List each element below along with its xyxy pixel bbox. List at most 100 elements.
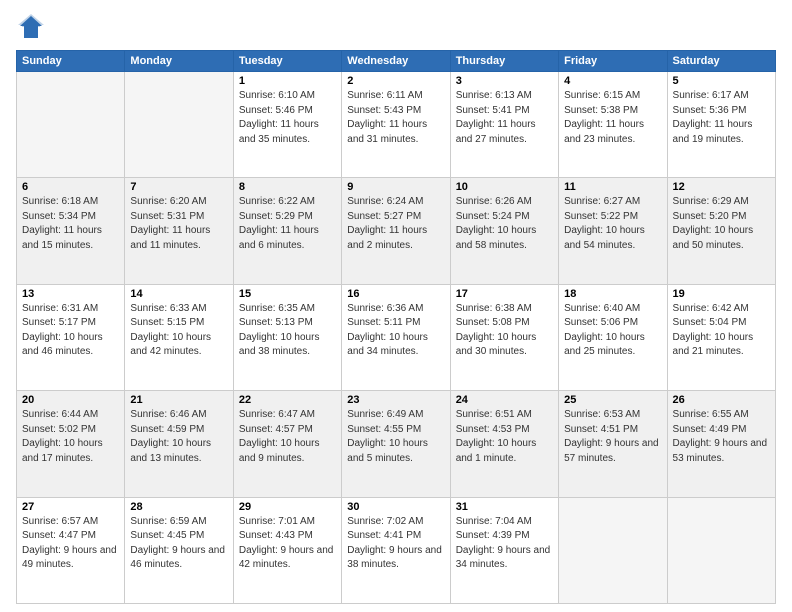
calendar-cell: 25 Sunrise: 6:53 AMSunset: 4:51 PMDayligh… bbox=[559, 391, 667, 497]
day-number: 4 bbox=[564, 75, 661, 87]
calendar-cell: 2Sunrise: 6:11 AMSunset: 5:43 PMDaylight… bbox=[342, 72, 450, 178]
day-info: Sunrise: 6:31 AMSunset: 5:17 PMDaylight:… bbox=[22, 302, 119, 360]
day-info: Sunrise: 6:20 AMSunset: 5:31 PMDaylight:… bbox=[130, 195, 227, 253]
calendar-cell: 27Sunrise: 6:57 AMSunset: 4:47 PMDayligh… bbox=[17, 497, 125, 603]
day-number: 1 bbox=[239, 75, 336, 87]
day-number: 25 bbox=[564, 394, 661, 406]
day-number: 29 bbox=[239, 501, 336, 513]
day-number: 8 bbox=[239, 181, 336, 193]
day-number: 30 bbox=[347, 501, 444, 513]
day-info: Sunrise: 6:38 AMSunset: 5:08 PMDaylight:… bbox=[456, 302, 553, 360]
day-number: 31 bbox=[456, 501, 553, 513]
day-number: 28 bbox=[130, 501, 227, 513]
day-info: Sunrise: 6:51 AMSunset: 4:53 PMDaylight:… bbox=[456, 408, 553, 466]
day-info: Sunrise: 6:57 AMSunset: 4:47 PMDaylight:… bbox=[22, 515, 119, 573]
day-number: 5 bbox=[673, 75, 770, 87]
day-number: 6 bbox=[22, 181, 119, 193]
day-number: 14 bbox=[130, 288, 227, 300]
weekday-header-thursday: Thursday bbox=[450, 51, 558, 72]
day-info: Sunrise: 6:11 AMSunset: 5:43 PMDaylight:… bbox=[347, 89, 444, 147]
day-info: Sunrise: 6:40 AMSunset: 5:06 PMDaylight:… bbox=[564, 302, 661, 360]
calendar-week-4: 20 Sunrise: 6:44 AMSunset: 5:02 PMDayligh… bbox=[17, 391, 776, 497]
calendar-cell: 19 Sunrise: 6:42 AMSunset: 5:04 PMDayligh… bbox=[667, 284, 775, 390]
day-info: Sunrise: 6:47 AMSunset: 4:57 PMDaylight:… bbox=[239, 408, 336, 466]
day-number: 21 bbox=[130, 394, 227, 406]
logo bbox=[16, 12, 50, 42]
calendar-week-1: 1 Sunrise: 6:10 AMSunset: 5:46 PMDaylight… bbox=[17, 72, 776, 178]
calendar-cell: 11Sunrise: 6:27 AMSunset: 5:22 PMDayligh… bbox=[559, 178, 667, 284]
day-number: 24 bbox=[456, 394, 553, 406]
calendar-cell: 24 Sunrise: 6:51 AMSunset: 4:53 PMDayligh… bbox=[450, 391, 558, 497]
day-info: Sunrise: 6:35 AMSunset: 5:13 PMDaylight:… bbox=[239, 302, 336, 360]
day-number: 19 bbox=[673, 288, 770, 300]
day-number: 12 bbox=[673, 181, 770, 193]
day-info: Sunrise: 6:26 AMSunset: 5:24 PMDaylight:… bbox=[456, 195, 553, 253]
calendar-cell: 14 Sunrise: 6:33 AMSunset: 5:15 PMDayligh… bbox=[125, 284, 233, 390]
weekday-header-wednesday: Wednesday bbox=[342, 51, 450, 72]
calendar-cell bbox=[125, 72, 233, 178]
weekday-header-saturday: Saturday bbox=[667, 51, 775, 72]
day-info: Sunrise: 6:29 AMSunset: 5:20 PMDaylight:… bbox=[673, 195, 770, 253]
day-info: Sunrise: 6:17 AMSunset: 5:36 PMDaylight:… bbox=[673, 89, 770, 147]
calendar-cell: 28 Sunrise: 6:59 AMSunset: 4:45 PMDayligh… bbox=[125, 497, 233, 603]
day-info: Sunrise: 6:10 AMSunset: 5:46 PMDaylight:… bbox=[239, 89, 336, 147]
day-info: Sunrise: 6:18 AMSunset: 5:34 PMDaylight:… bbox=[22, 195, 119, 253]
weekday-header-friday: Friday bbox=[559, 51, 667, 72]
calendar-week-3: 13Sunrise: 6:31 AMSunset: 5:17 PMDayligh… bbox=[17, 284, 776, 390]
calendar-cell: 5 Sunrise: 6:17 AMSunset: 5:36 PMDaylight… bbox=[667, 72, 775, 178]
calendar-cell: 22 Sunrise: 6:47 AMSunset: 4:57 PMDayligh… bbox=[233, 391, 341, 497]
calendar-cell: 10 Sunrise: 6:26 AMSunset: 5:24 PMDayligh… bbox=[450, 178, 558, 284]
weekday-header-monday: Monday bbox=[125, 51, 233, 72]
page: SundayMondayTuesdayWednesdayThursdayFrid… bbox=[0, 0, 792, 612]
day-info: Sunrise: 6:59 AMSunset: 4:45 PMDaylight:… bbox=[130, 515, 227, 573]
calendar-cell: 17 Sunrise: 6:38 AMSunset: 5:08 PMDayligh… bbox=[450, 284, 558, 390]
day-info: Sunrise: 6:15 AMSunset: 5:38 PMDaylight:… bbox=[564, 89, 661, 147]
header bbox=[16, 12, 776, 42]
calendar-cell: 26 Sunrise: 6:55 AMSunset: 4:49 PMDayligh… bbox=[667, 391, 775, 497]
weekday-header-tuesday: Tuesday bbox=[233, 51, 341, 72]
calendar-cell: 31 Sunrise: 7:04 AMSunset: 4:39 PMDayligh… bbox=[450, 497, 558, 603]
day-number: 17 bbox=[456, 288, 553, 300]
day-number: 9 bbox=[347, 181, 444, 193]
calendar-week-2: 6 Sunrise: 6:18 AMSunset: 5:34 PMDaylight… bbox=[17, 178, 776, 284]
day-info: Sunrise: 6:42 AMSunset: 5:04 PMDaylight:… bbox=[673, 302, 770, 360]
calendar-cell: 4 Sunrise: 6:15 AMSunset: 5:38 PMDaylight… bbox=[559, 72, 667, 178]
day-info: Sunrise: 6:24 AMSunset: 5:27 PMDaylight:… bbox=[347, 195, 444, 253]
day-number: 7 bbox=[130, 181, 227, 193]
day-info: Sunrise: 7:02 AMSunset: 4:41 PMDaylight:… bbox=[347, 515, 444, 573]
day-info: Sunrise: 6:46 AMSunset: 4:59 PMDaylight:… bbox=[130, 408, 227, 466]
day-number: 10 bbox=[456, 181, 553, 193]
day-info: Sunrise: 6:55 AMSunset: 4:49 PMDaylight:… bbox=[673, 408, 770, 466]
day-info: Sunrise: 6:53 AMSunset: 4:51 PMDaylight:… bbox=[564, 408, 661, 466]
calendar-cell: 9 Sunrise: 6:24 AMSunset: 5:27 PMDaylight… bbox=[342, 178, 450, 284]
calendar-cell: 15 Sunrise: 6:35 AMSunset: 5:13 PMDayligh… bbox=[233, 284, 341, 390]
calendar-cell: 7 Sunrise: 6:20 AMSunset: 5:31 PMDaylight… bbox=[125, 178, 233, 284]
day-number: 3 bbox=[456, 75, 553, 87]
calendar-cell: 18Sunrise: 6:40 AMSunset: 5:06 PMDayligh… bbox=[559, 284, 667, 390]
calendar-header-row: SundayMondayTuesdayWednesdayThursdayFrid… bbox=[17, 51, 776, 72]
day-info: Sunrise: 6:36 AMSunset: 5:11 PMDaylight:… bbox=[347, 302, 444, 360]
calendar-week-5: 27Sunrise: 6:57 AMSunset: 4:47 PMDayligh… bbox=[17, 497, 776, 603]
day-info: Sunrise: 7:01 AMSunset: 4:43 PMDaylight:… bbox=[239, 515, 336, 573]
logo-icon bbox=[16, 12, 46, 42]
day-info: Sunrise: 6:13 AMSunset: 5:41 PMDaylight:… bbox=[456, 89, 553, 147]
day-info: Sunrise: 6:44 AMSunset: 5:02 PMDaylight:… bbox=[22, 408, 119, 466]
day-number: 26 bbox=[673, 394, 770, 406]
calendar-cell: 21 Sunrise: 6:46 AMSunset: 4:59 PMDayligh… bbox=[125, 391, 233, 497]
day-info: Sunrise: 6:27 AMSunset: 5:22 PMDaylight:… bbox=[564, 195, 661, 253]
calendar-table: SundayMondayTuesdayWednesdayThursdayFrid… bbox=[16, 50, 776, 604]
day-number: 22 bbox=[239, 394, 336, 406]
day-number: 20 bbox=[22, 394, 119, 406]
day-number: 15 bbox=[239, 288, 336, 300]
day-info: Sunrise: 6:33 AMSunset: 5:15 PMDaylight:… bbox=[130, 302, 227, 360]
day-info: Sunrise: 6:49 AMSunset: 4:55 PMDaylight:… bbox=[347, 408, 444, 466]
calendar-cell: 12 Sunrise: 6:29 AMSunset: 5:20 PMDayligh… bbox=[667, 178, 775, 284]
calendar-cell: 8 Sunrise: 6:22 AMSunset: 5:29 PMDaylight… bbox=[233, 178, 341, 284]
calendar-cell: 23 Sunrise: 6:49 AMSunset: 4:55 PMDayligh… bbox=[342, 391, 450, 497]
calendar-cell: 1 Sunrise: 6:10 AMSunset: 5:46 PMDaylight… bbox=[233, 72, 341, 178]
calendar-cell bbox=[17, 72, 125, 178]
calendar-cell bbox=[559, 497, 667, 603]
day-number: 23 bbox=[347, 394, 444, 406]
day-info: Sunrise: 6:22 AMSunset: 5:29 PMDaylight:… bbox=[239, 195, 336, 253]
day-info: Sunrise: 7:04 AMSunset: 4:39 PMDaylight:… bbox=[456, 515, 553, 573]
